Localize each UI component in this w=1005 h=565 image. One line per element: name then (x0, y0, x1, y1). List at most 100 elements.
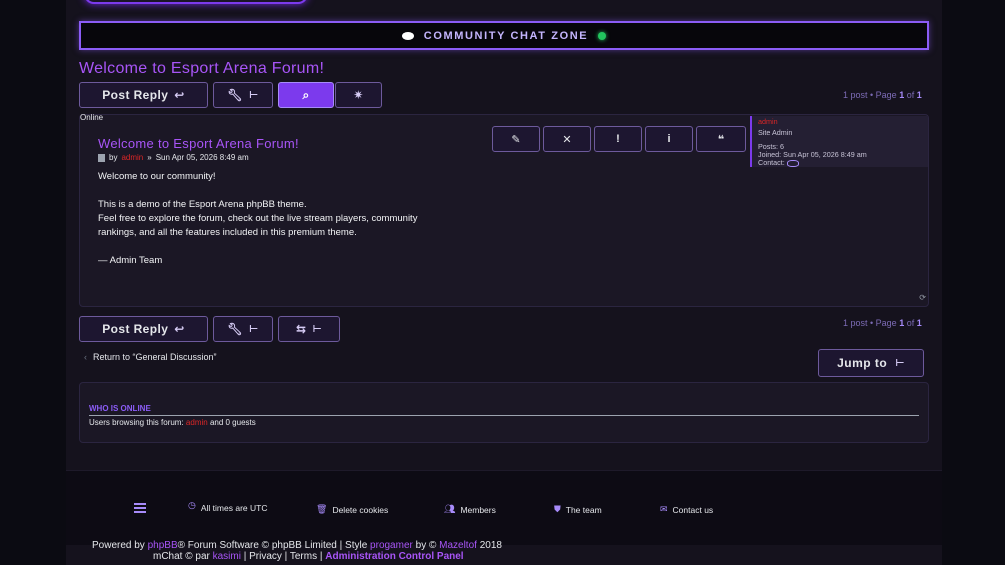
post-by-label: by (109, 153, 118, 162)
jump-to-button[interactable]: Jump to ⊢ (818, 349, 924, 377)
pagination-bottom: 1 post • Page 1 of 1 (843, 318, 922, 328)
credits-powered: Powered by (92, 540, 148, 551)
exclamation-icon: ! (616, 133, 620, 145)
return-to-forum-link[interactable]: ‹ Return to “General Discussion” (84, 352, 217, 362)
chat-bubble-icon (401, 31, 414, 40)
chat-zone-banner[interactable]: COMMUNITY CHAT ZONE (79, 21, 929, 50)
info-icon: i (667, 133, 671, 145)
menu-icon[interactable] (134, 503, 146, 513)
page-total[interactable]: 1 (917, 318, 922, 328)
search-icon: ⌕ (302, 87, 310, 102)
credits-line-1: Powered by phpBB® Forum Software © phpBB… (92, 540, 502, 551)
profile-rank: Site Admin (758, 128, 793, 137)
topic-title[interactable]: Welcome to Esport Arena Forum! (79, 60, 324, 78)
pagination-prefix: 1 post • Page (843, 318, 900, 328)
who-is-online-text: Users browsing this forum: admin and 0 g… (89, 418, 256, 427)
post-meta: by admin » Sun Apr 05, 2026 8:49 am (98, 153, 249, 162)
delete-cookies-link[interactable]: 🗑︎ Delete cookies (316, 504, 388, 515)
post-paragraph: This is a demo of the Esport Arena phpBB… (98, 199, 418, 238)
header-tab-stub (84, 0, 308, 4)
team-label: The team (565, 504, 602, 515)
profile-contact: Contact: (758, 159, 922, 167)
contact-us-label: Contact us (672, 504, 714, 515)
post-body: Welcome to our community! This is a demo… (98, 170, 458, 282)
post-date: Sun Apr 05, 2026 8:49 am (155, 153, 249, 162)
chevron-left-icon: ‹ (84, 352, 87, 362)
acp-link[interactable]: Administration Control Panel (325, 551, 463, 562)
credits-by: by © (412, 540, 440, 551)
who-online-prefix: Users browsing this forum: (89, 418, 186, 427)
members-label: Members (460, 504, 496, 515)
pagination-prefix: 1 post • Page (843, 90, 900, 100)
page-total[interactable]: 1 (917, 90, 922, 100)
quote-post-button[interactable]: ❝ (696, 126, 746, 152)
live-status-dot (598, 31, 607, 40)
online-status-label: Online (80, 113, 104, 122)
delete-cookies-label: Delete cookies (332, 504, 389, 515)
credits-software: ® Forum Software © phpBB Limited | Style (177, 540, 371, 551)
post-reply-label: Post Reply (102, 88, 169, 102)
wrench-icon: 🔧︎ (227, 88, 244, 102)
close-icon: ✕ (562, 133, 572, 146)
pencil-icon: ✎ (511, 133, 521, 146)
reply-arrow-icon: ↩ (174, 88, 185, 102)
post-reply-button[interactable]: Post Reply ↩ (79, 82, 208, 108)
chevron-down-icon: ⊢ (312, 323, 322, 335)
sort-options-button[interactable]: ⇆ ⊢ (278, 316, 340, 342)
topic-tools-button-bottom[interactable]: 🔧︎ ⊢ (213, 316, 273, 342)
jump-to-label: Jump to (837, 356, 888, 370)
post-reply-button-bottom[interactable]: Post Reply ↩ (79, 316, 208, 342)
post-meta-separator: » (147, 153, 152, 162)
post-file-icon[interactable] (98, 153, 105, 162)
chevron-down-icon: ⊢ (249, 89, 259, 101)
timezone-label: All times are UTC (200, 503, 268, 513)
online-user-link[interactable]: admin (186, 418, 208, 427)
timezone-info: ◷ All times are UTC (188, 497, 268, 514)
privacy-terms-links[interactable]: | Privacy | Terms | (241, 551, 325, 562)
report-post-button[interactable]: ! (594, 126, 642, 152)
wrench-icon: 🔧︎ (227, 322, 244, 336)
post-paragraph: Welcome to our community! (98, 171, 216, 182)
members-link[interactable]: 👥︎ Members (444, 504, 496, 515)
post-reply-label: Post Reply (102, 322, 169, 336)
chevron-down-icon: ⊢ (249, 323, 259, 335)
who-is-online-title[interactable]: WHO IS ONLINE (89, 404, 919, 416)
credits-line-2: mChat © par kasimi | Privacy | Terms | A… (153, 551, 464, 562)
who-is-online-panel: WHO IS ONLINE Users browsing this forum:… (79, 382, 929, 443)
back-to-top-icon[interactable]: ⟳ (919, 293, 926, 302)
post-author-link[interactable]: admin (121, 153, 143, 162)
profile-contact-label: Contact: (758, 158, 785, 167)
trash-icon: 🗑︎ (316, 504, 328, 514)
users-icon: 👥︎ (444, 504, 456, 514)
speech-bubble-icon[interactable] (786, 159, 799, 167)
info-post-button[interactable]: i (645, 126, 693, 152)
contact-us-link[interactable]: ✉ Contact us (660, 504, 713, 515)
post-actions: ✎ ✕ ! i ❝ (492, 126, 746, 152)
style-author-link[interactable]: Mazeltof (439, 540, 477, 551)
post-signature: — Admin Team (98, 255, 163, 266)
kasimi-link[interactable]: kasimi (213, 551, 241, 562)
who-online-suffix: and 0 guests (207, 418, 256, 427)
return-link-label: Return to “General Discussion” (93, 352, 217, 362)
chevron-down-icon: ⊢ (895, 357, 905, 369)
pagination-of: of (904, 90, 917, 100)
style-link[interactable]: progamer (370, 540, 413, 551)
phpbb-link[interactable]: phpBB (148, 540, 178, 551)
pagination-top: 1 post • Page 1 of 1 (843, 90, 922, 100)
topic-settings-button[interactable]: ✷ (335, 82, 382, 108)
envelope-icon: ✉ (660, 504, 668, 514)
profile-username[interactable]: admin (758, 118, 922, 126)
topic-tools-button[interactable]: 🔧︎ ⊢ (213, 82, 273, 108)
team-link[interactable]: ⛊ The team (554, 504, 602, 515)
edit-post-button[interactable]: ✎ (492, 126, 540, 152)
search-topic-button[interactable]: ⌕ (278, 82, 334, 108)
shield-icon: ⛊ (554, 504, 561, 514)
post-container: Welcome to Esport Arena Forum! by admin … (79, 114, 929, 307)
clock-icon: ◷ (188, 499, 196, 510)
sort-icon: ⇆ (295, 322, 307, 336)
post-title[interactable]: Welcome to Esport Arena Forum! (98, 136, 299, 151)
reply-arrow-icon: ↩ (174, 322, 185, 336)
delete-post-button[interactable]: ✕ (543, 126, 591, 152)
chat-zone-title: COMMUNITY CHAT ZONE (423, 29, 589, 42)
author-profile: admin Site Admin Posts: 6 Joined: Sun Ap… (750, 116, 928, 167)
